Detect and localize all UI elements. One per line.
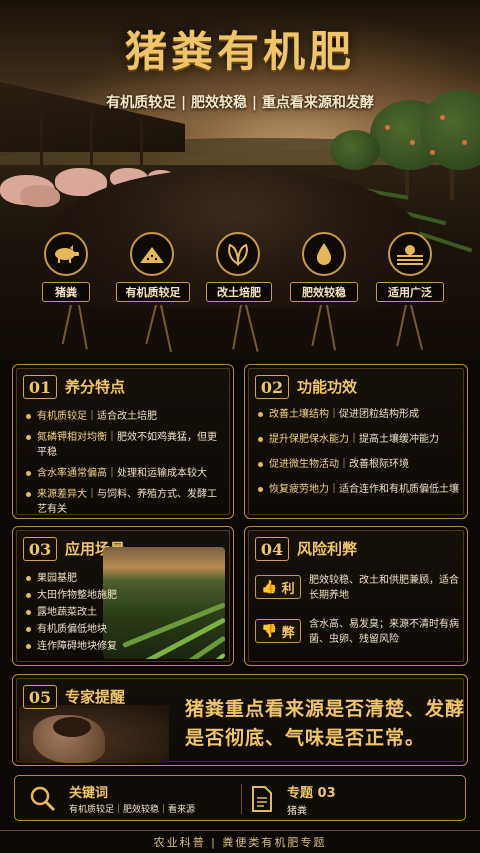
leaf-icon xyxy=(216,232,260,276)
page-subtitle: 有机质较足 | 肥效较稳 | 重点看来源和发酵 xyxy=(106,95,374,111)
section-number: 04 xyxy=(255,537,289,561)
keyword-title: 关键词 xyxy=(69,786,109,801)
feature-label: 猪粪 xyxy=(42,282,90,302)
bottom-caption: 农业科普 | 粪便类有机肥专题 xyxy=(153,836,327,849)
fruit xyxy=(385,125,390,130)
section-title: 风险利弊 xyxy=(297,540,358,558)
list-item: 有机质偏低地块 xyxy=(25,622,145,637)
section-expert-tip: 05 专家提醒 猪粪重点看来源是否清楚、发酵是否彻底、气味是否正常。 xyxy=(12,674,468,766)
pig xyxy=(20,185,60,207)
list-item: 有机质较足｜适合改土培肥 xyxy=(25,409,225,424)
section-title: 养分特点 xyxy=(65,378,126,396)
pros-badge: 👍 利 xyxy=(255,575,301,599)
feature-label: 适用广泛 xyxy=(376,282,444,302)
feature-label: 有机质较足 xyxy=(116,282,190,302)
list-item: 恢复疲劳地力｜适合连作和有机质偏低土壤 xyxy=(257,482,459,497)
expert-tip-text: 猪粪重点看来源是否清楚、发酵是否彻底、气味是否正常。 xyxy=(185,698,466,749)
list-item: 促进微生物活动｜改善根际环境 xyxy=(257,457,459,472)
list-item: 改善土壤结构｜促进团粒结构形成 xyxy=(257,407,459,422)
fruit xyxy=(462,140,467,145)
divider xyxy=(241,784,242,814)
list-item: 果园基肥 xyxy=(25,571,145,586)
cons-badge: 👎 弊 xyxy=(255,619,301,643)
footer-bar: 关键词 有机质较足｜肥效较稳｜看来源 专题 03 猪粪 xyxy=(14,775,466,821)
section-number: 05 xyxy=(23,685,57,709)
keyword-list: 有机质较足｜肥效较稳｜看来源 xyxy=(69,805,196,815)
feature-label: 肥效较稳 xyxy=(290,282,358,302)
cons-text: 含水高、易发臭；来源不清时有病菌、虫卵、残留风险 xyxy=(309,619,459,645)
list-item: 含水率通常偏高｜处理和运输成本较大 xyxy=(25,466,225,481)
feature-icons: 猪粪 有机质较足 改土培肥 肥效较稳 适用广泛 xyxy=(0,232,480,307)
list-item: 来源差异大｜与饲料、养殖方式、发酵工艺有关 xyxy=(25,487,225,517)
thumbs-up-icon: 👍 xyxy=(261,579,278,595)
scenario-list: 果园基肥 大田作物整地施肥 露地蔬菜改土 有机质偏低地块 连作障碍地块修复 xyxy=(25,571,145,660)
list-item: 提升保肥保水能力｜提高土壤缓冲能力 xyxy=(257,432,459,447)
list-item: 连作障碍地块修复 xyxy=(25,639,145,654)
divider xyxy=(0,830,480,831)
section-risks: 04 风险利弊 👍 利 肥效较稳、改土和供肥兼顾，适合长期养地 👎 弊 含水高、易发… xyxy=(244,526,468,666)
section-title: 专家提醒 xyxy=(65,688,126,706)
thumbs-down-icon: 👎 xyxy=(261,623,278,639)
page-title: 猪粪有机肥 xyxy=(124,27,355,76)
document-icon xyxy=(251,786,273,812)
pig-icon xyxy=(44,232,88,276)
topic-title: 专题 03 xyxy=(287,786,336,801)
hero-banner: 猪粪有机肥 有机质较足 | 肥效较稳 | 重点看来源和发酵 猪粪 有机质较足 改… xyxy=(0,0,480,360)
list-item: 氮磷钾相对均衡｜肥效不如鸡粪猛，但更平稳 xyxy=(25,430,225,460)
list-item: 露地蔬菜改土 xyxy=(25,605,145,620)
farmland-icon xyxy=(388,232,432,276)
section-functions: 02 功能功效 改善土壤结构｜促进团粒结构形成 提升保肥保水能力｜提高土壤缓冲能… xyxy=(244,364,468,519)
orchard-tree xyxy=(330,130,380,170)
soil xyxy=(53,717,91,737)
fruit xyxy=(430,150,435,155)
nutrient-list: 有机质较足｜适合改土培肥 氮磷钾相对均衡｜肥效不如鸡粪猛，但更平稳 含水率通常偏… xyxy=(25,409,225,523)
section-number: 02 xyxy=(255,375,289,399)
pros-text: 肥效较稳、改土和供肥兼顾，适合长期养地 xyxy=(309,575,459,601)
section-number: 01 xyxy=(23,375,57,399)
section-nutrients: 01 养分特点 有机质较足｜适合改土培肥 氮磷钾相对均衡｜肥效不如鸡粪猛，但更平… xyxy=(12,364,234,519)
feature-label: 改土培肥 xyxy=(206,282,272,302)
topic-name: 猪粪 xyxy=(287,806,307,817)
list-item: 大田作物整地施肥 xyxy=(25,588,145,603)
section-number: 03 xyxy=(23,537,57,561)
section-scenarios: 03 应用场景 果园基肥 大田作物整地施肥 露地蔬菜改土 有机质偏低地块 连作障… xyxy=(12,526,234,666)
drop-icon xyxy=(302,232,346,276)
fruit xyxy=(410,140,415,145)
powder-pile-icon xyxy=(130,232,174,276)
fruit xyxy=(440,115,445,120)
section-title: 功能功效 xyxy=(297,378,358,396)
function-list: 改善土壤结构｜促进团粒结构形成 提升保肥保水能力｜提高土壤缓冲能力 促进微生物活… xyxy=(257,407,459,503)
search-icon[interactable] xyxy=(29,785,57,813)
